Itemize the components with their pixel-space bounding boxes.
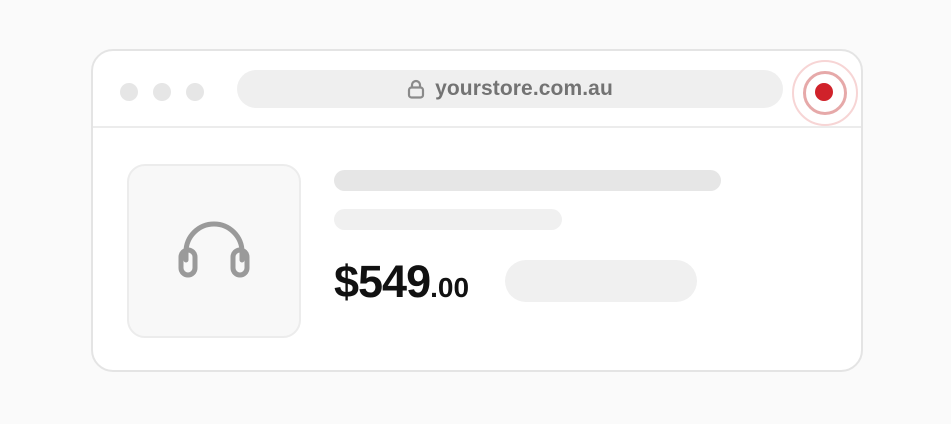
product-title-placeholder [334, 170, 721, 191]
record-button[interactable] [792, 60, 858, 126]
url-text: yourstore.com.au [435, 77, 613, 100]
browser-window: yourstore.com.au $549 .00 [91, 49, 863, 372]
window-dot-minimize[interactable] [153, 83, 171, 101]
headphones-icon [178, 220, 250, 283]
product-image [127, 164, 301, 338]
add-to-cart-placeholder[interactable] [505, 260, 697, 302]
product-subtitle-placeholder [334, 209, 562, 230]
window-dot-close[interactable] [120, 83, 138, 101]
price-cents: .00 [430, 272, 470, 303]
price-main: $549 [334, 256, 431, 307]
window-dot-maximize[interactable] [186, 83, 204, 101]
address-bar[interactable]: yourstore.com.au [237, 70, 783, 108]
browser-toolbar: yourstore.com.au [93, 51, 861, 128]
record-icon [815, 83, 833, 101]
product-price: $549 .00 [334, 256, 469, 308]
lock-icon [407, 79, 425, 99]
